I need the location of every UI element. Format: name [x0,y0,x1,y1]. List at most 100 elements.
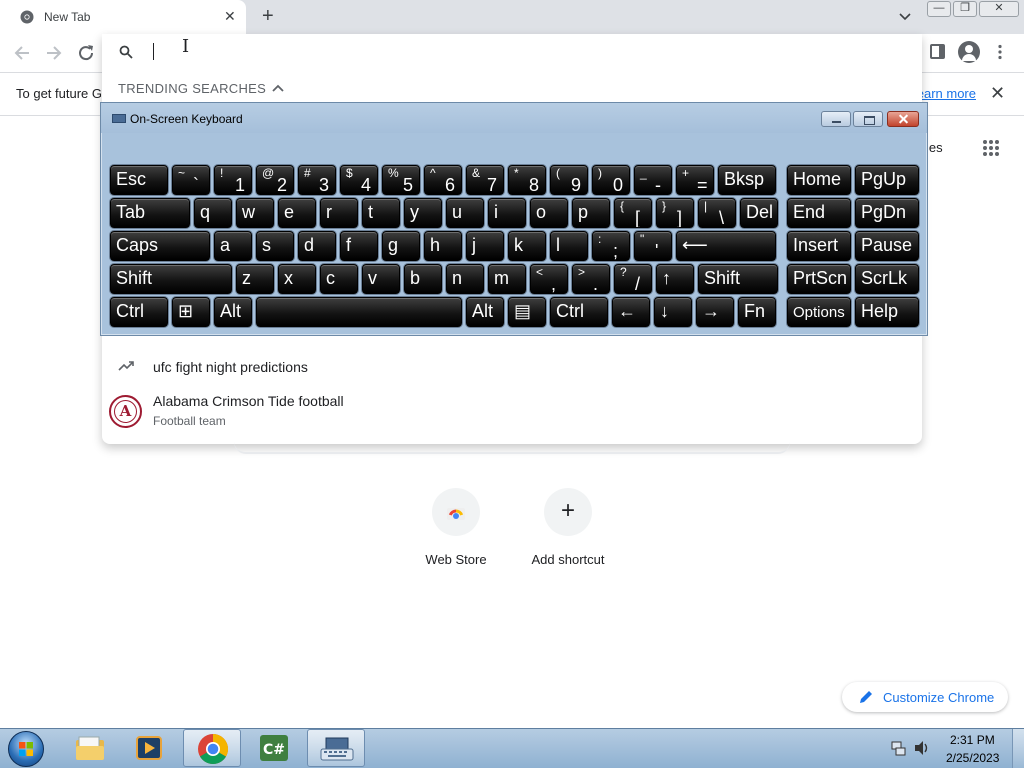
osk-key-9[interactable]: (9 [550,165,588,195]
osk-key-h[interactable]: h [424,231,462,261]
osk-key-p[interactable]: p [572,198,610,228]
osk-title-bar[interactable]: On-Screen Keyboard [101,103,927,133]
new-tab-button[interactable]: + [262,5,274,27]
osk-key-o[interactable]: o [530,198,568,228]
osk-key-prtscn[interactable]: PrtScn [787,264,851,294]
osk-key-home[interactable]: Home [787,165,851,195]
osk-key-8[interactable]: * 8 [508,165,546,195]
osk-key-insert[interactable]: Insert [787,231,851,261]
osk-key-end[interactable]: End [787,198,851,228]
osk-key-esc[interactable]: Esc [110,165,168,195]
omnibox-input[interactable] [153,42,853,62]
customize-chrome-button[interactable]: Customize Chrome [842,682,1008,712]
back-arrow-icon[interactable] [11,42,33,64]
osk-key-pgup[interactable]: PgUp [855,165,919,195]
osk-key-y[interactable]: y [404,198,442,228]
osk-key-c[interactable]: c [320,264,358,294]
osk-key-bksp[interactable]: Bksp [718,165,776,195]
osk-key-shift[interactable]: Shift [698,264,778,294]
reload-icon[interactable] [75,42,97,64]
osk-key-symbol[interactable]: ↑ [656,264,694,294]
osk-key-symbol[interactable]: ~ ` [172,165,210,195]
osk-key-k[interactable]: k [508,231,546,261]
media-player-taskbar-icon[interactable] [120,729,178,767]
osk-key-options[interactable]: Options [787,297,851,327]
forward-arrow-icon[interactable] [43,42,65,64]
osk-key-n[interactable]: n [446,264,484,294]
osk-key-6[interactable]: ^ 6 [424,165,462,195]
osk-key-tab[interactable]: Tab [110,198,190,228]
osk-key-symbol[interactable]: >. [572,264,610,294]
clock-time[interactable]: 2:31 PM [950,733,995,747]
window-close-button[interactable]: ✕ [979,1,1019,17]
osk-key-fn[interactable]: Fn [738,297,776,327]
osk-key-symbol[interactable]: ⊞ [172,297,210,327]
osk-key-3[interactable]: #3 [298,165,336,195]
osk-maximize-button[interactable] [853,111,883,127]
window-minimize-button[interactable]: — [927,1,951,17]
osk-key-1[interactable]: ! 1 [214,165,252,195]
info-bar-close-icon[interactable]: ✕ [990,83,1005,104]
clock-date[interactable]: 2/25/2023 [946,751,999,765]
osk-key-symbol[interactable]: ⟵ [676,231,776,261]
osk-key-ctrl[interactable]: Ctrl [550,297,608,327]
google-apps-icon[interactable] [982,139,1000,157]
osk-key-symbol[interactable]: ? / [614,264,652,294]
explorer-taskbar-icon[interactable] [61,729,119,767]
osk-minimize-button[interactable] [821,111,851,127]
osk-key-2[interactable]: @2 [256,165,294,195]
osk-key-space[interactable] [256,297,462,327]
osk-key-q[interactable]: q [194,198,232,228]
osk-key-d[interactable]: d [298,231,336,261]
chrome-taskbar-icon[interactable] [183,729,241,767]
osk-close-button[interactable] [887,111,919,127]
osk-taskbar-icon[interactable] [307,729,365,767]
osk-key-alt[interactable]: Alt [466,297,504,327]
side-panel-icon[interactable] [930,44,945,59]
osk-key-j[interactable]: j [466,231,504,261]
tab-close-icon[interactable]: ✕ [224,8,236,25]
network-icon[interactable] [890,740,906,756]
osk-key-help[interactable]: Help [855,297,919,327]
osk-key-ctrl[interactable]: Ctrl [110,297,168,327]
osk-key-s[interactable]: s [256,231,294,261]
osk-key-t[interactable]: t [362,198,400,228]
shortcut-add[interactable]: + Add shortcut [512,488,624,567]
profile-avatar-icon[interactable] [958,41,980,63]
osk-key-v[interactable]: v [362,264,400,294]
osk-key-symbol[interactable]: " ' [634,231,672,261]
osk-key-m[interactable]: m [488,264,526,294]
osk-key-r[interactable]: r [320,198,358,228]
osk-key-symbol[interactable]: → [696,297,734,327]
osk-key-w[interactable]: w [236,198,274,228]
osk-key-z[interactable]: z [236,264,274,294]
osk-key-symbol[interactable]: }] [656,198,694,228]
osk-key-symbol[interactable]: _ - [634,165,672,195]
osk-key-i[interactable]: i [488,198,526,228]
osk-key-symbol[interactable]: ↓ [654,297,692,327]
chrome-menu-icon[interactable] [997,44,1003,60]
tab-new-tab[interactable]: New Tab ✕ [0,0,246,34]
osk-key-scrlk[interactable]: ScrLk [855,264,919,294]
suggestion-title[interactable]: Alabama Crimson Tide football [153,393,344,409]
chevron-up-icon[interactable] [272,82,284,94]
osk-key-symbol[interactable]: + = [676,165,714,195]
window-restore-button[interactable]: ❐ [953,1,977,17]
osk-key-symbol[interactable]: | \ [698,198,736,228]
tab-search-chevron-icon[interactable] [897,8,913,24]
osk-key-symbol[interactable]: ← [612,297,650,327]
osk-key-pause[interactable]: Pause [855,231,919,261]
osk-key-l[interactable]: l [550,231,588,261]
osk-key-4[interactable]: $4 [340,165,378,195]
start-button[interactable] [8,731,44,767]
osk-key-pgdn[interactable]: PgDn [855,198,919,228]
osk-key-u[interactable]: u [446,198,484,228]
osk-key-5[interactable]: % 5 [382,165,420,195]
csharp-taskbar-icon[interactable]: C# [245,729,303,767]
osk-key-0[interactable]: ) 0 [592,165,630,195]
osk-key-caps[interactable]: Caps [110,231,210,261]
osk-key-x[interactable]: x [278,264,316,294]
osk-key-shift[interactable]: Shift [110,264,232,294]
volume-icon[interactable] [913,740,931,756]
osk-key-b[interactable]: b [404,264,442,294]
